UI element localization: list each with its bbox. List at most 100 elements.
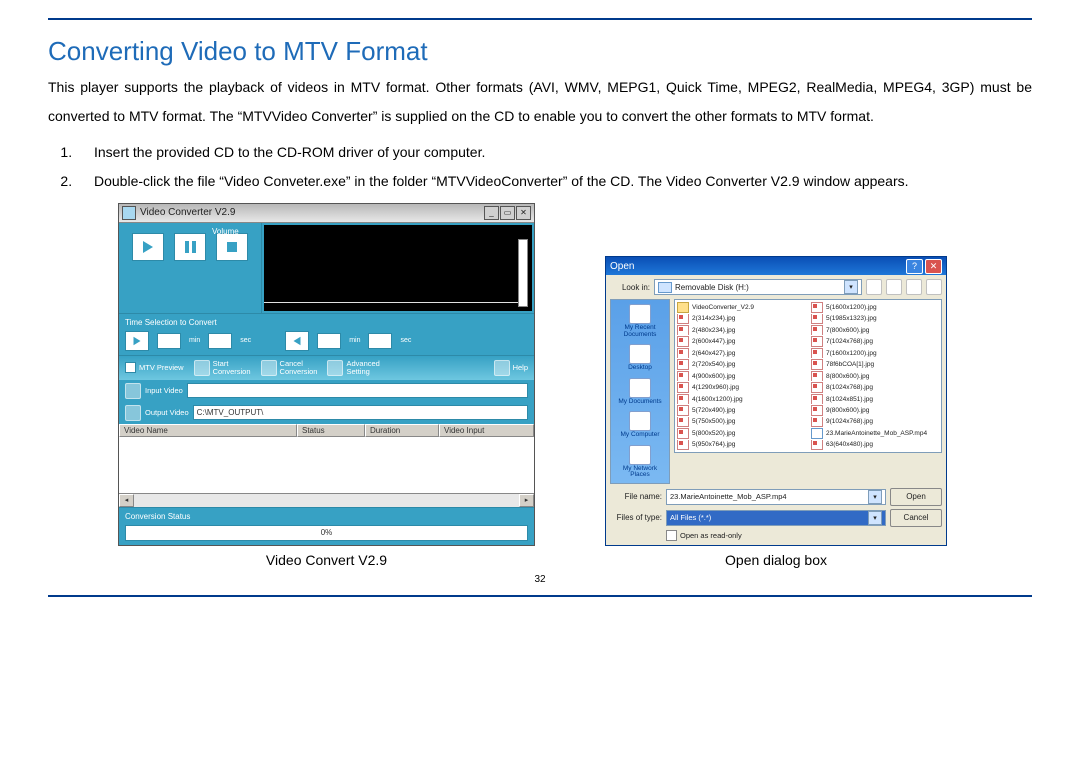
col-duration[interactable]: Duration	[365, 424, 439, 437]
mtv-preview-toggle[interactable]: MTV Preview	[125, 362, 184, 373]
list-item[interactable]: 5(750x500).jpg	[677, 417, 805, 427]
od-titlebar[interactable]: Open ? ✕	[606, 257, 946, 275]
new-folder-button[interactable]	[906, 279, 922, 295]
col-video-name[interactable]: Video Name	[119, 424, 297, 437]
place-mydocs[interactable]: My Documents	[618, 378, 661, 406]
recent-icon	[629, 304, 651, 324]
gear-icon	[327, 360, 343, 376]
list-item[interactable]: 63(640x480).jpg	[811, 440, 939, 450]
list-item[interactable]: 5(800x520).jpg	[677, 428, 805, 438]
scroll-right-button[interactable]: ▸	[519, 494, 534, 507]
up-folder-button[interactable]	[886, 279, 902, 295]
file-list[interactable]: VideoConverter_V2.9 2(314x234).jpg2(480x2…	[674, 299, 942, 453]
list-item[interactable]: 4(1600x1200).jpg	[677, 394, 805, 404]
list-item[interactable]: 2(600x447).jpg	[677, 336, 805, 346]
desktop-icon	[629, 344, 651, 364]
filetype-drop-button[interactable]: ▾	[868, 511, 882, 525]
input-folder-icon[interactable]	[125, 383, 141, 399]
seek-track[interactable]	[264, 302, 518, 303]
list-item[interactable]: VideoConverter_V2.9	[677, 302, 805, 312]
list-item[interactable]: 2(314x234).jpg	[677, 314, 805, 324]
end-sec-input[interactable]	[368, 333, 392, 349]
end-min-input[interactable]	[317, 333, 341, 349]
help-button[interactable]: Help	[494, 360, 528, 376]
readonly-checkbox[interactable]	[666, 530, 677, 541]
col-video-input[interactable]: Video Input	[439, 424, 534, 437]
pause-icon	[185, 241, 196, 253]
readonly-row[interactable]: Open as read-only	[666, 530, 942, 541]
close-button[interactable]: ✕	[516, 206, 531, 220]
dialog-help-button[interactable]: ?	[906, 259, 923, 274]
list-item[interactable]: 7(1600x1200).jpg	[811, 348, 939, 358]
col-status[interactable]: Status	[297, 424, 365, 437]
filetype-combo[interactable]: All Files (*.*)▾	[666, 510, 886, 526]
time-selection-label: Time Selection to Convert	[125, 318, 528, 327]
list-item[interactable]: 23.MarieAntoinette_Mob_ASP.mp4	[811, 428, 939, 438]
jpg-file-icon	[677, 428, 689, 438]
vc-titlebar[interactable]: Video Converter V2.9 _ ▭ ✕	[119, 204, 534, 223]
cancel-button[interactable]: Cancel	[890, 509, 942, 527]
jpg-file-icon	[811, 417, 823, 427]
list-item[interactable]: 7(1024x768).jpg	[811, 336, 939, 346]
play-button[interactable]	[132, 233, 164, 261]
jpg-file-icon	[811, 325, 823, 335]
cancel-conversion-button[interactable]: CancelConversion	[261, 360, 318, 376]
list-item[interactable]: 9(1024x768).jpg	[811, 417, 939, 427]
list-item[interactable]: 9(800x600).jpg	[811, 405, 939, 415]
scroll-track[interactable]	[134, 494, 519, 507]
list-item[interactable]: 4(900x600).jpg	[677, 371, 805, 381]
list-item[interactable]: 2(720x540).jpg	[677, 359, 805, 369]
maximize-button[interactable]: ▭	[500, 206, 515, 220]
list-item[interactable]: 8(1024x851).jpg	[811, 394, 939, 404]
list-item[interactable]: 8(800x600).jpg	[811, 371, 939, 381]
minimize-button[interactable]: _	[484, 206, 499, 220]
back-button[interactable]	[866, 279, 882, 295]
start-sec-input[interactable]	[208, 333, 232, 349]
end-marker-button[interactable]	[285, 331, 309, 351]
list-item[interactable]: 5(1600x1200).jpg	[811, 302, 939, 312]
look-in-combo[interactable]: Removable Disk (H:) ▾	[654, 279, 862, 295]
stop-button[interactable]	[216, 233, 248, 261]
view-menu-button[interactable]	[926, 279, 942, 295]
chevron-down-icon[interactable]: ▾	[844, 280, 858, 294]
advanced-setting-button[interactable]: AdvancedSetting	[327, 360, 379, 376]
open-button[interactable]: Open	[890, 488, 942, 506]
folder-file-icon	[677, 302, 689, 312]
pause-button[interactable]	[174, 233, 206, 261]
dialog-close-button[interactable]: ✕	[925, 259, 942, 274]
list-scrollbar[interactable]: ◂ ▸	[119, 493, 534, 507]
start-marker-button[interactable]	[125, 331, 149, 351]
filename-label: File name:	[610, 492, 662, 501]
vc-toolbar: MTV Preview StartConversion CancelConver…	[119, 355, 534, 380]
list-item[interactable]: 78f6bCOA[1].jpg	[811, 359, 939, 369]
list-item[interactable]: 5(1985x1323).jpg	[811, 314, 939, 324]
readonly-label: Open as read-only	[680, 531, 742, 540]
list-item[interactable]: 8(1024x768).jpg	[811, 382, 939, 392]
scroll-left-button[interactable]: ◂	[119, 494, 134, 507]
progress-value: 0%	[126, 526, 527, 540]
place-recent[interactable]: My Recent Documents	[624, 304, 657, 338]
place-mynet[interactable]: My Network Places	[623, 445, 657, 479]
list-item[interactable]: 5(950x764).jpg	[677, 440, 805, 450]
jpg-file-icon	[811, 405, 823, 415]
list-item[interactable]: 2(480x234).jpg	[677, 325, 805, 335]
list-item[interactable]: 5(720x490).jpg	[677, 405, 805, 415]
input-video-path[interactable]	[187, 383, 528, 398]
list-item[interactable]: 4(1290x960).jpg	[677, 382, 805, 392]
file-name: 4(1600x1200).jpg	[692, 396, 743, 403]
step-list: Insert the provided CD to the CD-ROM dri…	[48, 138, 1032, 197]
start-conversion-button[interactable]: StartConversion	[194, 360, 251, 376]
place-mycomp[interactable]: My Computer	[620, 411, 659, 439]
video-list-body[interactable]	[119, 437, 534, 493]
volume-slider[interactable]	[518, 239, 528, 307]
adv-lbl2: Setting	[346, 367, 369, 376]
list-item[interactable]: 7(800x600).jpg	[811, 325, 939, 335]
filetype-label: Files of type:	[610, 513, 662, 522]
start-min-input[interactable]	[157, 333, 181, 349]
place-desktop[interactable]: Desktop	[628, 344, 652, 372]
list-item[interactable]: 2(640x427).jpg	[677, 348, 805, 358]
filename-input[interactable]: 23.MarieAntoinette_Mob_ASP.mp4▾	[666, 489, 886, 505]
output-folder-icon[interactable]	[125, 405, 141, 421]
output-video-path[interactable]: C:\MTV_OUTPUT\	[193, 405, 528, 420]
filename-history-button[interactable]: ▾	[868, 490, 882, 504]
